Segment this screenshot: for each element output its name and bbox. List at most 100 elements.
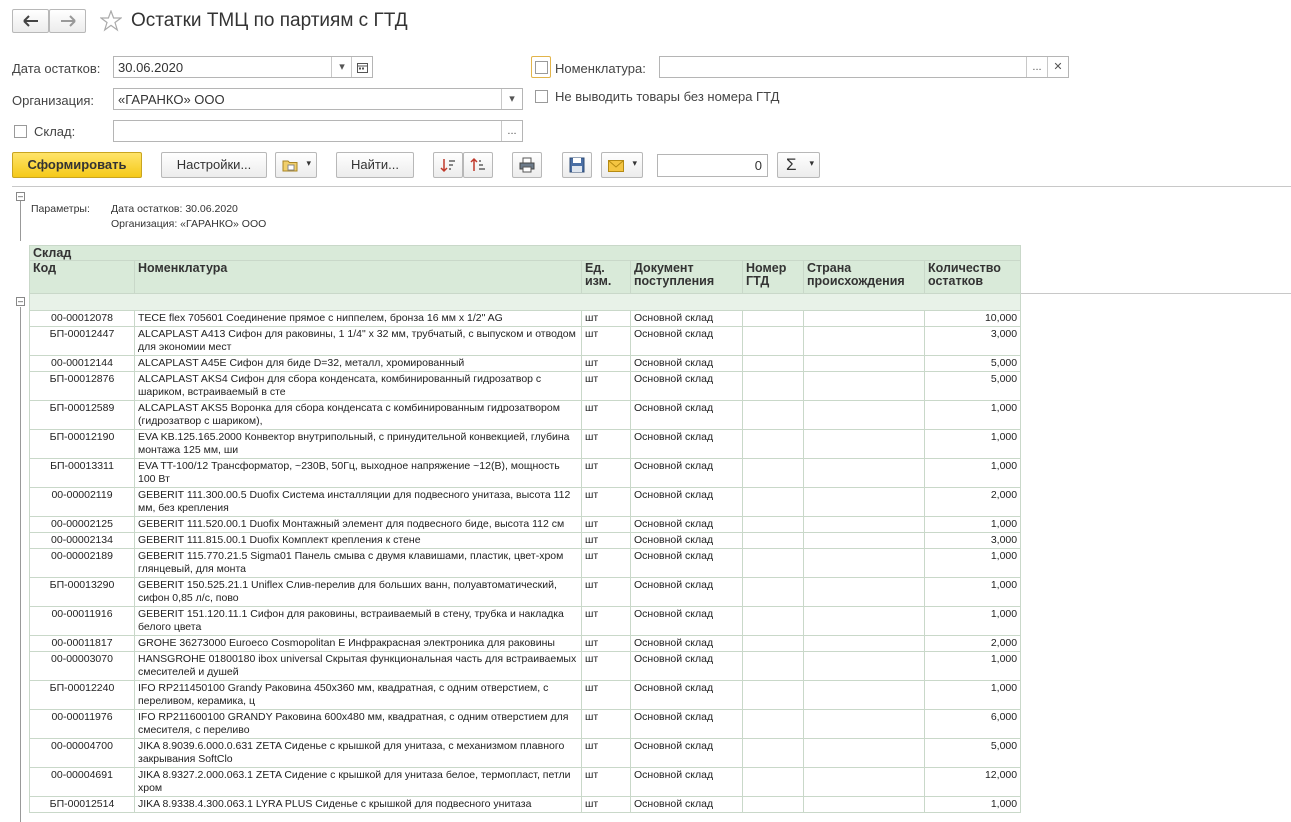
cell-country	[803, 635, 925, 652]
table-row[interactable]: БП-00013311 EVA TT-100/12 Трансформатор, …	[29, 458, 1022, 488]
report-area[interactable]: – Параметры: Дата остатков: 30.06.2020 О…	[12, 186, 1291, 822]
group-header-cell: Склад	[28, 245, 1022, 261]
cell-doc: Основной склад	[630, 310, 743, 327]
cell-name: GEBERIT 150.525.21.1 Uniflex Слив-перели…	[134, 577, 582, 607]
cell-name: GROHE 36273000 Euroeco Cosmopolitan E Ин…	[134, 635, 582, 652]
cell-name: ALCAPLAST A45E Сифон для биде D=32, мета…	[134, 355, 582, 372]
cell-code: БП-00012876	[29, 371, 135, 401]
cell-country	[803, 458, 925, 488]
cell-unit: шт	[581, 400, 631, 430]
generate-button[interactable]: Сформировать	[12, 152, 142, 178]
cell-doc: Основной склад	[630, 635, 743, 652]
cell-unit: шт	[581, 429, 631, 459]
collapse-params-icon[interactable]: –	[16, 192, 25, 201]
warehouse-checkbox[interactable]	[14, 125, 27, 138]
counter-field[interactable]: 0	[657, 154, 768, 177]
cell-code: 00-00002189	[29, 548, 135, 578]
table-row[interactable]: 00-00011817 GROHE 36273000 Euroeco Cosmop…	[29, 635, 1022, 652]
cell-gtd	[742, 371, 804, 401]
date-value: 30.06.2020	[118, 60, 184, 75]
cell-gtd	[742, 487, 804, 517]
arrow-right-icon	[60, 15, 76, 27]
warehouse-field[interactable]: ...	[113, 120, 523, 142]
sort-asc-button[interactable]	[433, 152, 463, 178]
table-row[interactable]: БП-00012589 ALCAPLAST AKS5 Воронка для сб…	[29, 400, 1022, 430]
table-row[interactable]: 00-00002125 GEBERIT 111.520.00.1 Duofix М…	[29, 516, 1022, 533]
cell-name: HANSGROHE 01800180 ibox universal Скрыта…	[134, 651, 582, 681]
warehouse-select-button[interactable]: ...	[501, 121, 522, 141]
cell-qty: 12,000	[923, 767, 1022, 797]
floppy-icon	[569, 157, 585, 173]
cell-gtd	[742, 635, 804, 652]
clear-icon[interactable]: ✕	[1047, 57, 1068, 77]
cell-code: 00-00012078	[29, 310, 135, 327]
nomenclature-field[interactable]: ... ✕	[659, 56, 1069, 78]
cell-doc: Основной склад	[630, 429, 743, 459]
cell-code: БП-00012240	[29, 680, 135, 710]
cell-name: IFO RP211600100 GRANDY Раковина 600x480 …	[134, 709, 582, 739]
cell-name: ALCAPLAST AKS4 Сифон для сбора конденсат…	[134, 371, 582, 401]
cell-doc: Основной склад	[630, 680, 743, 710]
nomenclature-select-button[interactable]: ...	[1026, 57, 1047, 77]
settings-button[interactable]: Настройки...	[161, 152, 267, 178]
date-label: Дата остатков:	[12, 61, 101, 76]
no-gtd-checkbox[interactable]	[535, 90, 548, 103]
table-row[interactable]: 00-00002134 GEBERIT 111.815.00.1 Duofix К…	[29, 532, 1022, 549]
cell-name: ALCAPLAST AKS5 Воронка для сбора конденс…	[134, 400, 582, 430]
forward-button[interactable]	[49, 9, 86, 33]
table-row[interactable]: 00-00002119 GEBERIT 111.300.00.5 Duofix С…	[29, 487, 1022, 517]
date-dropdown-icon[interactable]: ▾	[331, 57, 352, 77]
cell-code: 00-00011916	[29, 606, 135, 636]
send-button[interactable]: ▾	[601, 152, 643, 178]
cell-country	[803, 400, 925, 430]
star-icon[interactable]	[100, 10, 122, 32]
no-gtd-label: Не выводить товары без номера ГТД	[555, 89, 780, 104]
table-row[interactable]: БП-00012240 IFO RP211450100 Grandy Ракови…	[29, 680, 1022, 710]
cell-code: БП-00012589	[29, 400, 135, 430]
table-row[interactable]: БП-00012876 ALCAPLAST AKS4 Сифон для сбор…	[29, 371, 1022, 401]
table-row[interactable]: 00-00012078 TECE flex 705601 Соединение п…	[29, 310, 1022, 327]
cell-country	[803, 371, 925, 401]
variants-button[interactable]: ▾	[275, 152, 317, 178]
chevron-down-icon: ▾	[809, 158, 814, 168]
cell-doc: Основной склад	[630, 709, 743, 739]
cell-doc: Основной склад	[630, 487, 743, 517]
table-row[interactable]: БП-00012447 ALCAPLAST A413 Сифон для рако…	[29, 326, 1022, 356]
table-row[interactable]: 00-00002189 GEBERIT 115.770.21.5 Sigma01 …	[29, 548, 1022, 578]
cell-doc: Основной склад	[630, 326, 743, 356]
cell-name: GEBERIT 151.120.11.1 Сифон для раковины,…	[134, 606, 582, 636]
table-row[interactable]: 00-00004691 JIKA 8.9327.2.000.063.1 ZETA …	[29, 767, 1022, 797]
back-button[interactable]	[12, 9, 49, 33]
report-table: Склад Код Номенклатура Ед. изм. Документ пос…	[28, 245, 1022, 813]
sum-button[interactable]: Σ ▾	[777, 152, 820, 178]
collapse-group-icon[interactable]: –	[16, 297, 25, 306]
cell-name: ALCAPLAST A413 Сифон для раковины, 1 1/4…	[134, 326, 582, 356]
table-row[interactable]: 00-00004700 JIKA 8.9039.6.000.0.631 ZETA …	[29, 738, 1022, 768]
org-field[interactable]: «ГАРАНКО» ООО ▾	[113, 88, 523, 110]
table-row[interactable]: БП-00013290 GEBERIT 150.525.21.1 Uniflex …	[29, 577, 1022, 607]
table-row[interactable]: БП-00012190 EVA KB.125.165.2000 Конвектор…	[29, 429, 1022, 459]
cell-gtd	[742, 400, 804, 430]
cell-doc: Основной склад	[630, 767, 743, 797]
cell-name: GEBERIT 111.815.00.1 Duofix Комплект кре…	[134, 532, 582, 549]
org-dropdown-icon[interactable]: ▾	[501, 89, 522, 109]
sort-desc-button[interactable]	[463, 152, 493, 178]
save-button[interactable]	[562, 152, 592, 178]
date-field[interactable]: 30.06.2020 ▾	[113, 56, 373, 78]
cell-qty: 10,000	[923, 310, 1022, 327]
calendar-icon[interactable]	[351, 57, 372, 77]
cell-unit: шт	[581, 458, 631, 488]
column-header-row: Код Номенклатура Ед. изм. Документ поступле…	[29, 260, 1022, 294]
cell-country	[803, 429, 925, 459]
table-row[interactable]: БП-00012514 JIKA 8.9338.4.300.063.1 LYRA …	[29, 796, 1022, 813]
print-button[interactable]	[512, 152, 542, 178]
table-row[interactable]: 00-00011916 GEBERIT 151.120.11.1 Сифон дл…	[29, 606, 1022, 636]
table-row[interactable]: 00-00012144 ALCAPLAST A45E Сифон для биде…	[29, 355, 1022, 372]
cell-code: БП-00013311	[29, 458, 135, 488]
table-row[interactable]: 00-00003070 HANSGROHE 01800180 ibox unive…	[29, 651, 1022, 681]
nomenclature-checkbox-inner	[535, 61, 548, 74]
cell-gtd	[742, 796, 804, 813]
find-button[interactable]: Найти...	[336, 152, 414, 178]
table-row[interactable]: 00-00011976 IFO RP211600100 GRANDY Ракови…	[29, 709, 1022, 739]
warehouse-label: Склад:	[34, 124, 76, 139]
